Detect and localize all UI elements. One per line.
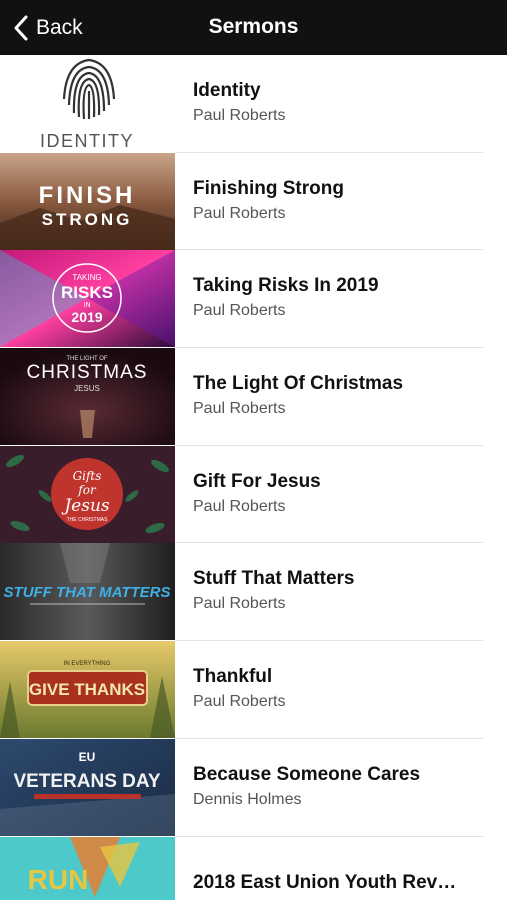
thumb-text-the-christmas: THE CHRISTMAS <box>67 517 109 523</box>
sermon-row-taking-risks[interactable]: TAKING RISKS IN 2019 Taking Risks In 201… <box>0 250 507 349</box>
sermon-row-light-of-christmas[interactable]: THE LIGHT OF CHRISTMAS JESUS The Light O… <box>0 348 507 446</box>
thumb-text-strong: STRONG <box>42 210 133 229</box>
thumb-text-risks: RISKS <box>61 283 113 302</box>
thumb-text-christmas: CHRISTMAS <box>27 362 148 383</box>
sermon-row-youth-revival[interactable]: RUN 2018 East Union Youth Rev… <box>0 836 507 900</box>
sermon-thumbnail-run: RUN <box>0 836 175 900</box>
sermon-speaker: Paul Roberts <box>193 693 286 711</box>
thumb-text-jesus: JESUS <box>74 384 100 393</box>
thumb-text-in-everything: IN EVERYTHING <box>64 661 111 667</box>
sermon-speaker: Paul Roberts <box>193 497 286 515</box>
thumb-text-jesus-script: Jesus <box>61 496 110 516</box>
thumb-text-2019: 2019 <box>71 309 102 325</box>
sermon-thumbnail-finishing-strong: FINISH STRONG <box>0 152 175 250</box>
thumb-text-veterans-day: VETERANS DAY <box>13 771 160 792</box>
sermon-thumbnail-light-of-christmas: THE LIGHT OF CHRISTMAS JESUS <box>0 348 175 446</box>
sermon-title: Stuff That Matters <box>193 568 355 590</box>
thumb-text-for: for <box>77 483 97 497</box>
sermon-speaker: Paul Roberts <box>193 400 286 418</box>
sermon-thumbnail-identity: IDENTITY <box>0 55 175 152</box>
thumb-text-finish: FINISH <box>39 182 136 209</box>
sermon-thumbnail-taking-risks: TAKING RISKS IN 2019 <box>0 250 175 348</box>
sermon-thumbnail-veterans-day: EU VETERANS DAY <box>0 738 175 836</box>
sermon-speaker: Paul Roberts <box>193 107 286 124</box>
sermon-title: Identity <box>193 80 261 101</box>
thumb-text-stuff-that-matters: STUFF THAT MATTERS <box>4 584 171 601</box>
sermon-row-because-someone-cares[interactable]: EU VETERANS DAY Because Someone Cares De… <box>0 738 507 837</box>
sermon-row-stuff-that-matters[interactable]: STUFF THAT MATTERS Stuff That Matters Pa… <box>0 543 507 642</box>
sermon-thumbnail-stuff-that-matters: STUFF THAT MATTERS <box>0 543 175 641</box>
sermon-title: 2018 East Union Youth Rev… <box>193 871 457 893</box>
sermon-thumbnail-thankful: IN EVERYTHING GIVE THANKS <box>0 641 175 739</box>
sermon-thumbnail-gift-for-jesus: Gifts for Jesus THE CHRISTMAS <box>0 445 175 543</box>
thumb-text-identity: IDENTITY <box>40 131 134 151</box>
sermon-list: IDENTITY Identity Paul Roberts FINISH ST <box>0 55 507 900</box>
sermon-speaker: Paul Roberts <box>193 302 286 320</box>
thumb-text-gifts: Gifts <box>73 469 102 483</box>
sermon-speaker: Paul Roberts <box>193 204 286 222</box>
sermon-title: Because Someone Cares <box>193 763 421 785</box>
sermon-speaker: Dennis Holmes <box>193 790 302 808</box>
sermon-title: Taking Risks In 2019 <box>193 275 379 297</box>
thumb-text-give-thanks: GIVE THANKS <box>29 680 145 699</box>
thumb-text-eu: EU <box>79 750 96 764</box>
sermon-speaker: Paul Roberts <box>193 595 286 613</box>
sermon-title: Finishing Strong <box>193 177 344 199</box>
sermon-title: The Light Of Christmas <box>193 373 404 395</box>
nav-bar: Back Sermons <box>0 0 507 55</box>
sermon-row-identity[interactable]: IDENTITY Identity Paul Roberts <box>0 55 507 153</box>
sermon-row-gift-for-jesus[interactable]: Gifts for Jesus THE CHRISTMAS Gift For J… <box>0 445 507 544</box>
sermon-title: Gift For Jesus <box>193 470 321 492</box>
sermon-title: Thankful <box>193 666 273 688</box>
thumb-text-run: RUN <box>28 864 89 895</box>
sermon-row-finishing-strong[interactable]: FINISH STRONG Finishing Strong Paul Robe… <box>0 152 507 251</box>
thumb-text-taking: TAKING <box>72 273 101 282</box>
thumb-text-in: IN <box>84 302 91 309</box>
sermon-row-thankful[interactable]: IN EVERYTHING GIVE THANKS Thankful Paul … <box>0 641 507 739</box>
page-title: Sermons <box>208 15 299 38</box>
